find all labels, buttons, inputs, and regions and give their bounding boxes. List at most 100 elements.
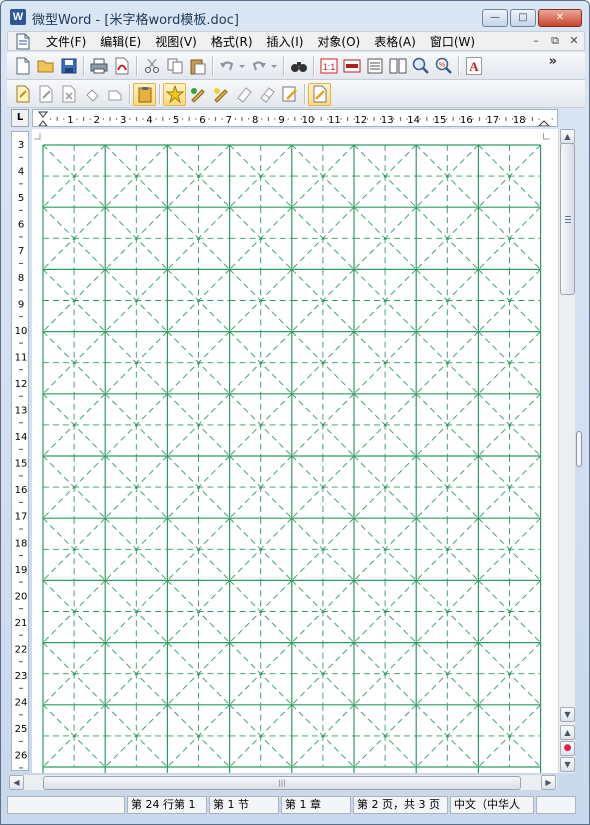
left-indent-marker[interactable] bbox=[38, 120, 48, 126]
horizontal-scroll-thumb[interactable]: ||| bbox=[43, 776, 521, 790]
first-line-indent-marker[interactable] bbox=[37, 111, 49, 118]
menu-item-0[interactable]: 文件(F) bbox=[39, 34, 93, 50]
zoom-100-icon[interactable]: 1:1 bbox=[317, 55, 340, 78]
toolbar-separator bbox=[159, 84, 160, 104]
menu-item-7[interactable]: 窗口(W) bbox=[423, 34, 482, 50]
edit-insert-icon[interactable] bbox=[11, 83, 34, 106]
pdf-icon[interactable] bbox=[110, 55, 133, 78]
zoom-percent-icon[interactable]: % bbox=[432, 55, 455, 78]
highlight-yellow-icon[interactable] bbox=[209, 83, 232, 106]
grid-cell bbox=[42, 144, 106, 208]
grid-cell bbox=[478, 580, 541, 643]
rotate-right-icon[interactable] bbox=[103, 83, 126, 106]
horizontal-ruler-scale: 1 2 3 4 5 6 7 8 9 10 11 12 13 14 15 16 17 18 bbox=[37, 111, 553, 126]
open-folder-icon[interactable] bbox=[34, 55, 57, 78]
grid-cell bbox=[291, 455, 355, 519]
menu-item-5[interactable]: 对象(O) bbox=[310, 34, 367, 50]
menu-item-3[interactable]: 格式(R) bbox=[204, 34, 260, 50]
right-indent-marker[interactable] bbox=[538, 120, 550, 126]
tab-stop-selector[interactable]: L bbox=[11, 109, 29, 127]
close-button[interactable]: ✕ bbox=[538, 9, 582, 27]
document-edit-icon[interactable] bbox=[308, 82, 331, 106]
title-bar[interactable]: W 微型Word - [米字格word模板.doc] — □ ✕ bbox=[1, 1, 589, 31]
paste-icon[interactable] bbox=[186, 55, 209, 78]
menu-item-1[interactable]: 编辑(E) bbox=[93, 34, 148, 50]
menu-item-6[interactable]: 表格(A) bbox=[367, 34, 423, 50]
minimize-button[interactable]: — bbox=[482, 9, 508, 27]
delete-mark-icon[interactable] bbox=[57, 83, 80, 106]
horizontal-scrollbar[interactable]: ◀ ||| ▶ bbox=[9, 774, 557, 790]
columns-icon[interactable] bbox=[363, 55, 386, 78]
grid-cell bbox=[104, 206, 168, 270]
page-corner-mark bbox=[34, 133, 41, 140]
ruler-label: 7 bbox=[18, 246, 24, 257]
mdi-restore-button[interactable]: ⧉ bbox=[547, 33, 563, 49]
ruler-label: 16 bbox=[15, 485, 28, 496]
rotate-left-icon[interactable] bbox=[80, 83, 103, 106]
page-view-icon[interactable] bbox=[386, 55, 409, 78]
grid-cell bbox=[353, 642, 417, 706]
toolbar-overflow-button[interactable]: » bbox=[549, 54, 557, 69]
edit-pen-icon[interactable] bbox=[34, 83, 57, 106]
vertical-ruler[interactable]: 3 4 5 6 7 8 9 10 11 12 13 14 15 16 17 18 19 20 21 22 23 24 25 2… bbox=[11, 131, 29, 771]
app-word-icon: W bbox=[10, 9, 26, 25]
status-section: 第 1 节 bbox=[209, 796, 279, 814]
new-doc-icon[interactable] bbox=[11, 55, 34, 78]
font-color-icon[interactable]: A bbox=[462, 55, 485, 78]
eraser-one-icon[interactable] bbox=[232, 83, 255, 106]
grid-cell bbox=[167, 517, 230, 581]
browse-object-icon[interactable]: ● bbox=[560, 741, 575, 756]
menu-item-4[interactable]: 插入(I) bbox=[260, 34, 311, 50]
mdi-minimize-button[interactable]: – bbox=[528, 33, 544, 49]
cut-icon[interactable] bbox=[140, 55, 163, 78]
scroll-right-arrow-icon[interactable]: ▶ bbox=[541, 775, 556, 790]
scroll-left-arrow-icon[interactable]: ◀ bbox=[9, 775, 24, 790]
mdi-close-button[interactable]: ✕ bbox=[566, 33, 582, 49]
previous-page-icon[interactable]: ▲ bbox=[560, 725, 575, 740]
next-page-icon[interactable]: ▼ bbox=[560, 757, 575, 772]
horizontal-ruler[interactable]: 1 2 3 4 5 6 7 8 9 10 11 12 13 14 15 16 17 18 bbox=[32, 109, 558, 127]
ruler-label: 14 bbox=[407, 115, 420, 126]
ruler-label: 18 bbox=[513, 115, 526, 126]
ruler-label: 24 bbox=[15, 698, 28, 709]
copy-icon[interactable] bbox=[163, 55, 186, 78]
grid-cell bbox=[478, 642, 541, 706]
vertical-scrollbar[interactable]: ▲ ▼ ▲ ● ▼ bbox=[558, 129, 575, 773]
grid-cell bbox=[353, 331, 417, 395]
toolbar-separator bbox=[136, 56, 137, 76]
ruler-label: 19 bbox=[15, 565, 28, 576]
magnifier-icon[interactable] bbox=[409, 55, 432, 78]
save-icon[interactable] bbox=[57, 55, 80, 78]
redo-icon[interactable] bbox=[248, 55, 280, 78]
highlight-green-icon[interactable] bbox=[186, 83, 209, 106]
grid-cell bbox=[478, 144, 541, 208]
scroll-up-arrow-icon[interactable]: ▲ bbox=[560, 129, 575, 144]
grid-cell bbox=[167, 269, 230, 332]
clipboard-icon[interactable] bbox=[133, 82, 156, 106]
standard-toolbar: 1:1 % A » bbox=[7, 52, 585, 80]
document-menu-icon[interactable] bbox=[15, 33, 31, 50]
grid-cell bbox=[229, 580, 293, 643]
note-icon[interactable] bbox=[278, 83, 301, 106]
grid-cell bbox=[167, 393, 230, 457]
print-icon[interactable] bbox=[87, 55, 110, 78]
grid-cell bbox=[42, 704, 106, 768]
insert-table-icon[interactable] bbox=[340, 55, 363, 78]
document-page[interactable] bbox=[32, 129, 558, 773]
star-edit-icon[interactable] bbox=[163, 82, 186, 106]
ruler-label: 3 bbox=[18, 140, 24, 151]
menu-item-2[interactable]: 视图(V) bbox=[148, 34, 204, 50]
grid-cell bbox=[229, 331, 293, 395]
scroll-down-arrow-icon[interactable]: ▼ bbox=[560, 707, 575, 722]
find-binoculars-icon[interactable] bbox=[287, 55, 310, 78]
grid-cell bbox=[42, 331, 106, 395]
grid-cell bbox=[167, 642, 230, 706]
undo-icon[interactable] bbox=[216, 55, 248, 78]
window-edge-grip[interactable] bbox=[576, 431, 582, 467]
app-window: W 微型Word - [米字格word模板.doc] — □ ✕ 文件(F) 编辑… bbox=[0, 0, 590, 825]
eraser-two-icon[interactable] bbox=[255, 83, 278, 106]
menu-items: 文件(F) 编辑(E) 视图(V) 格式(R) 插入(I) 对象(O) 表格(A) 窗口(W) bbox=[39, 34, 482, 50]
maximize-button[interactable]: □ bbox=[510, 9, 536, 27]
status-extra bbox=[536, 796, 576, 814]
vertical-scroll-thumb[interactable] bbox=[560, 143, 575, 295]
